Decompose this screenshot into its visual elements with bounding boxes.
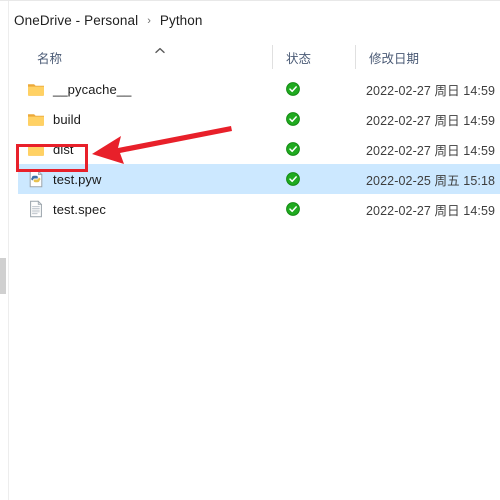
chevron-right-icon: › <box>147 15 151 27</box>
column-header-row: 名称 状态 修改日期 <box>9 42 500 72</box>
column-header-status-label: 状态 <box>286 51 312 66</box>
file-name-label: build <box>53 111 81 127</box>
file-name-label: dist <box>53 141 74 157</box>
table-row[interactable]: build 2022-02-27 周日 14:59 <box>9 104 500 134</box>
navigation-pane-scrollbar-thumb[interactable] <box>0 258 6 294</box>
file-name-cell: build <box>27 104 81 134</box>
date-modified-label: 2022-02-27 周日 14:59 <box>366 113 496 128</box>
date-modified-cell: 2022-02-27 周日 14:59 <box>366 104 495 134</box>
date-modified-cell: 2022-02-27 周日 14:59 <box>366 134 495 164</box>
folder-icon <box>28 114 44 126</box>
column-header-date-modified-label: 修改日期 <box>369 51 420 66</box>
column-header-status[interactable]: 状态 <box>286 42 311 72</box>
breadcrumb-item-python[interactable]: Python <box>160 13 203 28</box>
file-name-cell: __pycache__ <box>27 74 131 104</box>
file-list: __pycache__ 2022-02-27 周日 14:59 build 20… <box>9 74 500 224</box>
text-document-icon <box>30 200 43 218</box>
breadcrumb: OneDrive - Personal › Python <box>0 1 500 40</box>
folder-icon <box>28 144 44 156</box>
cloud-synced-check-icon <box>286 202 300 216</box>
status-cell <box>286 194 300 224</box>
date-modified-cell: 2022-02-27 周日 14:59 <box>366 194 495 224</box>
table-row[interactable]: test.spec 2022-02-27 周日 14:59 <box>9 194 500 224</box>
table-row[interactable]: __pycache__ 2022-02-27 周日 14:59 <box>9 74 500 104</box>
cloud-synced-check-icon <box>286 172 300 186</box>
table-row[interactable]: test.pyw 2022-02-25 周五 15:18 <box>9 164 500 194</box>
date-modified-label: 2022-02-27 周日 14:59 <box>366 83 496 98</box>
status-cell <box>286 104 300 134</box>
date-modified-label: 2022-02-25 周五 15:18 <box>366 173 496 188</box>
column-header-name[interactable]: 名称 <box>37 42 62 72</box>
status-cell <box>286 164 300 194</box>
cloud-synced-check-icon <box>286 82 300 96</box>
cloud-synced-check-icon <box>286 112 300 126</box>
file-name-label: test.pyw <box>53 171 102 187</box>
column-header-name-label: 名称 <box>37 51 63 66</box>
file-name-cell: test.pyw <box>27 164 101 194</box>
chevron-up-icon <box>155 47 165 54</box>
date-modified-label: 2022-02-27 周日 14:59 <box>366 143 496 158</box>
date-modified-label: 2022-02-27 周日 14:59 <box>366 203 496 218</box>
file-name-label: __pycache__ <box>53 81 132 97</box>
column-divider[interactable] <box>355 45 356 69</box>
file-name-cell: test.spec <box>27 194 106 224</box>
date-modified-cell: 2022-02-27 周日 14:59 <box>366 74 495 104</box>
folder-icon <box>28 84 44 96</box>
status-cell <box>286 134 300 164</box>
table-row[interactable]: dist 2022-02-27 周日 14:59 <box>9 134 500 164</box>
python-file-icon <box>29 170 43 188</box>
date-modified-cell: 2022-02-25 周五 15:18 <box>366 164 495 194</box>
file-name-cell: dist <box>27 134 74 164</box>
breadcrumb-item-onedrive[interactable]: OneDrive - Personal <box>14 13 138 28</box>
status-cell <box>286 74 300 104</box>
cloud-synced-check-icon <box>286 142 300 156</box>
column-header-date-modified[interactable]: 修改日期 <box>369 42 419 72</box>
file-name-label: test.spec <box>53 201 106 217</box>
column-divider[interactable] <box>272 45 273 69</box>
